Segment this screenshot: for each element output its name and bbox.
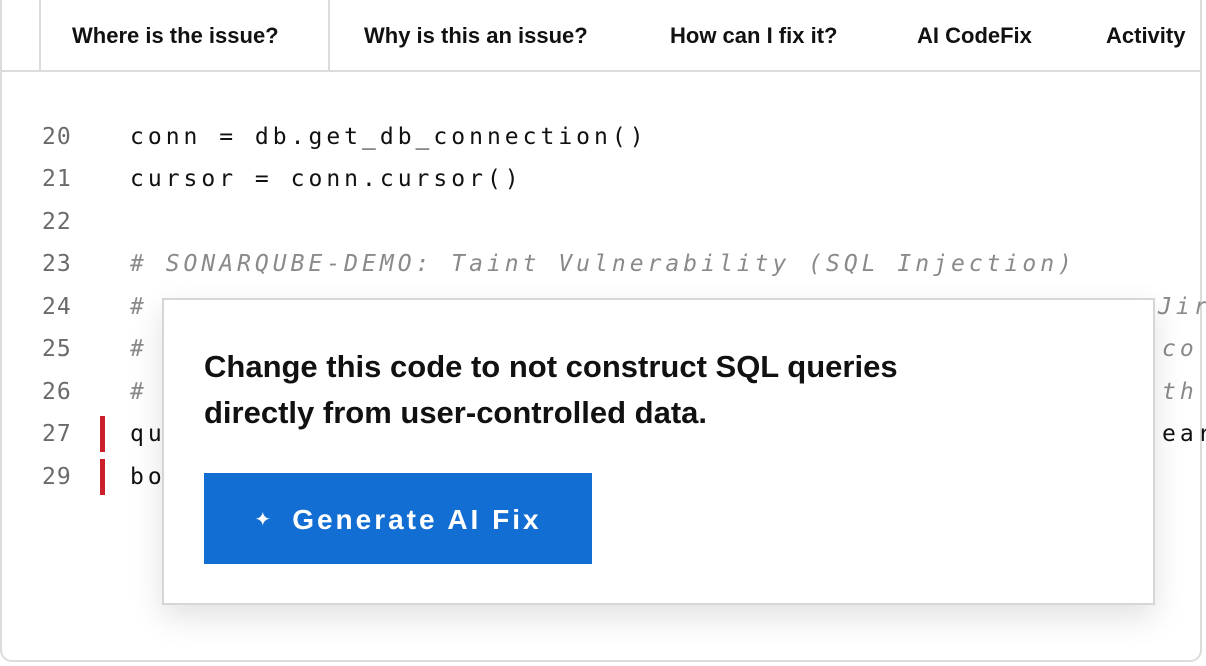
code-comment: # <box>130 379 148 405</box>
tab-divider <box>39 0 41 70</box>
sparkle-icon: ✦ <box>254 509 275 531</box>
code-text: bo <box>130 464 166 490</box>
tab-where-is-the-issue[interactable]: Where is the issue? <box>72 2 279 70</box>
line-number: 23 <box>42 251 72 277</box>
line-number: 25 <box>42 336 72 362</box>
code-text: cursor = conn.cursor() <box>130 166 523 192</box>
issue-tabs: Where is the issue? Why is this an issue… <box>2 0 1200 72</box>
line-number: 20 <box>42 124 72 150</box>
line-number: 22 <box>42 209 72 235</box>
code-text-tail: ear <box>1162 421 1206 447</box>
issue-popup: Change this code to not construct SQL qu… <box>162 298 1155 605</box>
line-number: 21 <box>42 166 72 192</box>
code-comment: # <box>130 294 148 320</box>
line-number: 29 <box>42 464 72 490</box>
line-number: 24 <box>42 294 72 320</box>
issue-marker <box>100 459 105 495</box>
issue-marker <box>100 416 105 452</box>
tab-ai-codefix[interactable]: AI CodeFix <box>917 2 1032 70</box>
line-number: 26 <box>42 379 72 405</box>
tab-how-can-i-fix-it[interactable]: How can I fix it? <box>670 2 837 70</box>
code-comment-tail: th <box>1162 379 1198 405</box>
tab-why-is-this-an-issue[interactable]: Why is this an issue? <box>364 2 588 70</box>
code-text: qu <box>130 421 166 447</box>
line-number: 27 <box>42 421 72 447</box>
generate-ai-fix-button[interactable]: ✦ Generate AI Fix <box>204 473 592 564</box>
tab-divider <box>328 0 330 70</box>
tab-activity[interactable]: Activity <box>1106 2 1185 70</box>
code-comment-tail: Jir <box>1158 294 1206 320</box>
issue-message: Change this code to not construct SQL qu… <box>204 349 898 430</box>
generate-ai-fix-label: Generate AI Fix <box>292 504 542 535</box>
code-comment: # <box>130 336 148 362</box>
code-text: conn = db.get_db_connection() <box>130 124 648 150</box>
code-comment-tail: co <box>1162 336 1198 362</box>
code-comment: # SONARQUBE-DEMO: Taint Vulnerability (S… <box>130 251 1076 277</box>
